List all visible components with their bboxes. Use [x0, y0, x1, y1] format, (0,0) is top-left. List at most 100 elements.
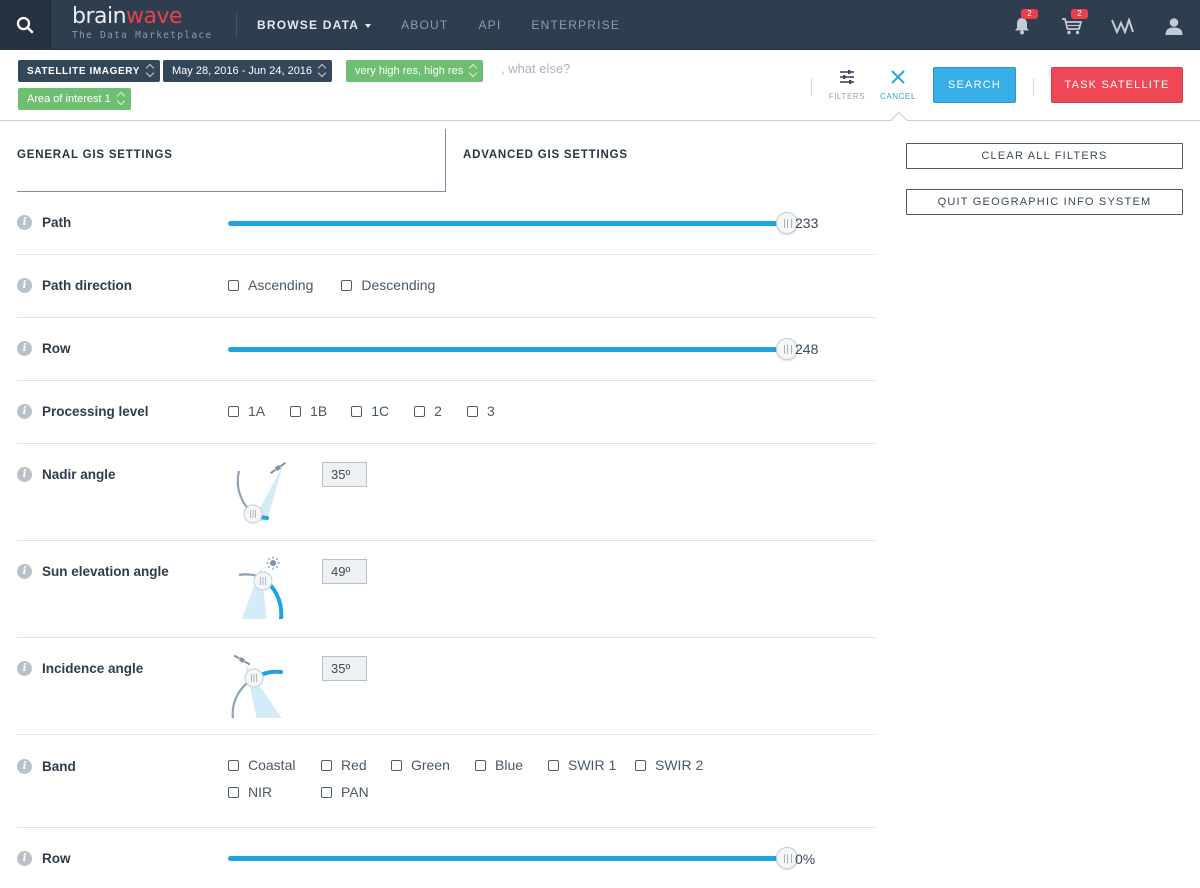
setting-row-sun-elevation: i Sun elevation angle 49º — [17, 541, 875, 638]
brand-logo[interactable]: brainwave The Data Marketplace — [72, 5, 222, 45]
dial-handle[interactable] — [253, 571, 273, 591]
quit-gis-button[interactable]: QUIT GEOGRAPHIC INFO SYSTEM — [906, 189, 1183, 215]
search-button[interactable]: SEARCH — [933, 67, 1016, 103]
setting-row-path-direction: i Path direction Ascending Descending — [17, 255, 875, 318]
satellite-icon — [270, 462, 286, 474]
filter-chip-resolution[interactable]: very high res, high res — [346, 60, 484, 82]
checkbox-pan[interactable]: PAN — [321, 784, 369, 800]
filter-chip-label: May 28, 2016 - Jun 24, 2016 — [172, 65, 313, 77]
checkbox-ascending[interactable]: Ascending — [228, 277, 313, 293]
notifications-button[interactable]: 2 — [1008, 9, 1038, 40]
checkbox[interactable] — [228, 786, 239, 798]
filter-chip-date-range[interactable]: May 28, 2016 - Jun 24, 2016 — [163, 60, 333, 82]
sun-elevation-dial[interactable] — [227, 555, 291, 619]
marketplace-button[interactable] — [1109, 12, 1137, 40]
cancel-button[interactable]: CANCEL — [876, 70, 920, 110]
setting-label-nadir-angle: i Nadir angle — [17, 467, 116, 482]
checkbox-nir[interactable]: NIR — [228, 784, 321, 800]
setting-row-incidence-angle: i Incidence angle 35º — [17, 638, 875, 735]
sun-elevation-input[interactable]: 49º — [322, 559, 367, 584]
info-icon[interactable]: i — [17, 564, 32, 579]
row-slider[interactable] — [228, 338, 798, 360]
nav-search-button[interactable] — [0, 0, 51, 50]
checkbox[interactable] — [475, 759, 486, 771]
info-icon[interactable]: i — [17, 404, 32, 419]
checkbox-1a[interactable]: 1A — [228, 403, 265, 419]
info-icon[interactable]: i — [17, 661, 32, 676]
tab-general-gis-settings[interactable]: GENERAL GIS SETTINGS — [17, 129, 446, 192]
filter-chip-data-type[interactable]: SATELLITE IMAGERY — [18, 60, 160, 82]
info-icon[interactable]: i — [17, 759, 32, 774]
nadir-angle-input[interactable]: 35º — [322, 462, 367, 487]
checkbox[interactable] — [635, 759, 646, 771]
checkbox-3[interactable]: 3 — [466, 403, 495, 419]
checkbox[interactable] — [321, 786, 332, 798]
checkbox[interactable] — [466, 405, 478, 417]
incidence-angle-dial[interactable] — [227, 654, 291, 718]
tab-advanced-gis-settings[interactable]: ADVANCED GIS SETTINGS — [463, 129, 863, 192]
checkbox-blue[interactable]: Blue — [475, 757, 548, 773]
incidence-angle-input[interactable]: 35º — [322, 656, 367, 681]
setting-label-processing-level: i Processing level — [17, 404, 149, 419]
search-icon — [16, 16, 34, 34]
checkbox[interactable] — [391, 759, 402, 771]
search-input[interactable]: , what else? — [501, 61, 570, 76]
task-satellite-button[interactable]: TASK SATELLITE — [1051, 67, 1183, 103]
checkbox[interactable] — [228, 279, 239, 291]
filters-label: FILTERS — [828, 92, 866, 101]
info-icon[interactable]: i — [17, 278, 32, 293]
nadir-angle-dial[interactable] — [227, 461, 291, 525]
nav-about[interactable]: ABOUT — [401, 18, 448, 32]
cart-button[interactable]: 2 — [1058, 9, 1088, 40]
cart-icon — [1062, 18, 1083, 35]
nav-enterprise[interactable]: ENTERPRISE — [531, 18, 620, 32]
info-icon[interactable]: i — [17, 341, 32, 356]
checkbox[interactable] — [548, 759, 559, 771]
notifications-badge: 2 — [1021, 9, 1038, 19]
filter-chip-area-of-interest[interactable]: Area of interest 1 — [18, 88, 131, 110]
checkbox[interactable] — [228, 759, 239, 771]
marketplace-icon — [1111, 18, 1134, 34]
checkbox[interactable] — [351, 405, 363, 417]
filters-button[interactable]: FILTERS — [825, 70, 869, 110]
nav-api[interactable]: API — [478, 18, 501, 32]
nav-browse-data[interactable]: BROWSE DATA — [257, 18, 372, 32]
checkbox[interactable] — [228, 405, 239, 417]
path-slider[interactable] — [228, 212, 798, 234]
checkbox-swir1[interactable]: SWIR 1 — [548, 757, 635, 773]
row-bottom-slider[interactable] — [228, 847, 798, 869]
setting-label-path: i Path — [17, 215, 71, 230]
clear-all-filters-button[interactable]: CLEAR ALL FILTERS — [906, 143, 1183, 169]
band-options-line1: Coastal Red Green Blue SWIR 1 SWIR 2 — [228, 757, 703, 773]
checkbox-2[interactable]: 2 — [414, 403, 442, 419]
top-navbar: brainwave The Data Marketplace BROWSE DA… — [0, 0, 1200, 50]
checkbox-descending[interactable]: Descending — [341, 277, 435, 293]
checkbox-red[interactable]: Red — [321, 757, 391, 773]
checkbox[interactable] — [414, 405, 426, 417]
checkbox[interactable] — [321, 759, 332, 771]
info-icon[interactable]: i — [17, 215, 32, 230]
setting-label-sun-elevation: i Sun elevation angle — [17, 564, 169, 579]
bell-icon — [1015, 18, 1029, 35]
info-icon[interactable]: i — [17, 851, 32, 866]
checkbox-green[interactable]: Green — [391, 757, 475, 773]
checkbox-1b[interactable]: 1B — [290, 403, 327, 419]
setting-label-row-bottom: i Row — [17, 851, 71, 866]
user-icon — [1165, 18, 1183, 35]
user-menu-button[interactable] — [1160, 12, 1188, 40]
dial-handle[interactable] — [243, 504, 263, 524]
checkbox-swir2[interactable]: SWIR 2 — [635, 757, 703, 773]
cancel-label: CANCEL — [879, 92, 917, 101]
checkbox[interactable] — [290, 405, 302, 417]
cart-badge: 2 — [1071, 9, 1088, 19]
setting-row-band: i Band Coastal Red Green Blue SWIR 1 SWIR… — [17, 735, 875, 828]
checkbox-coastal[interactable]: Coastal — [228, 757, 321, 773]
checkbox[interactable] — [341, 279, 353, 291]
info-icon[interactable]: i — [17, 467, 32, 482]
dial-handle[interactable] — [244, 668, 264, 688]
sort-arrows-icon — [469, 64, 477, 78]
setting-row-path: i Path 233 — [17, 192, 875, 255]
checkbox-1c[interactable]: 1C — [351, 403, 389, 419]
setting-row-row: i Row 248 — [17, 318, 875, 381]
sliders-icon — [840, 70, 854, 84]
